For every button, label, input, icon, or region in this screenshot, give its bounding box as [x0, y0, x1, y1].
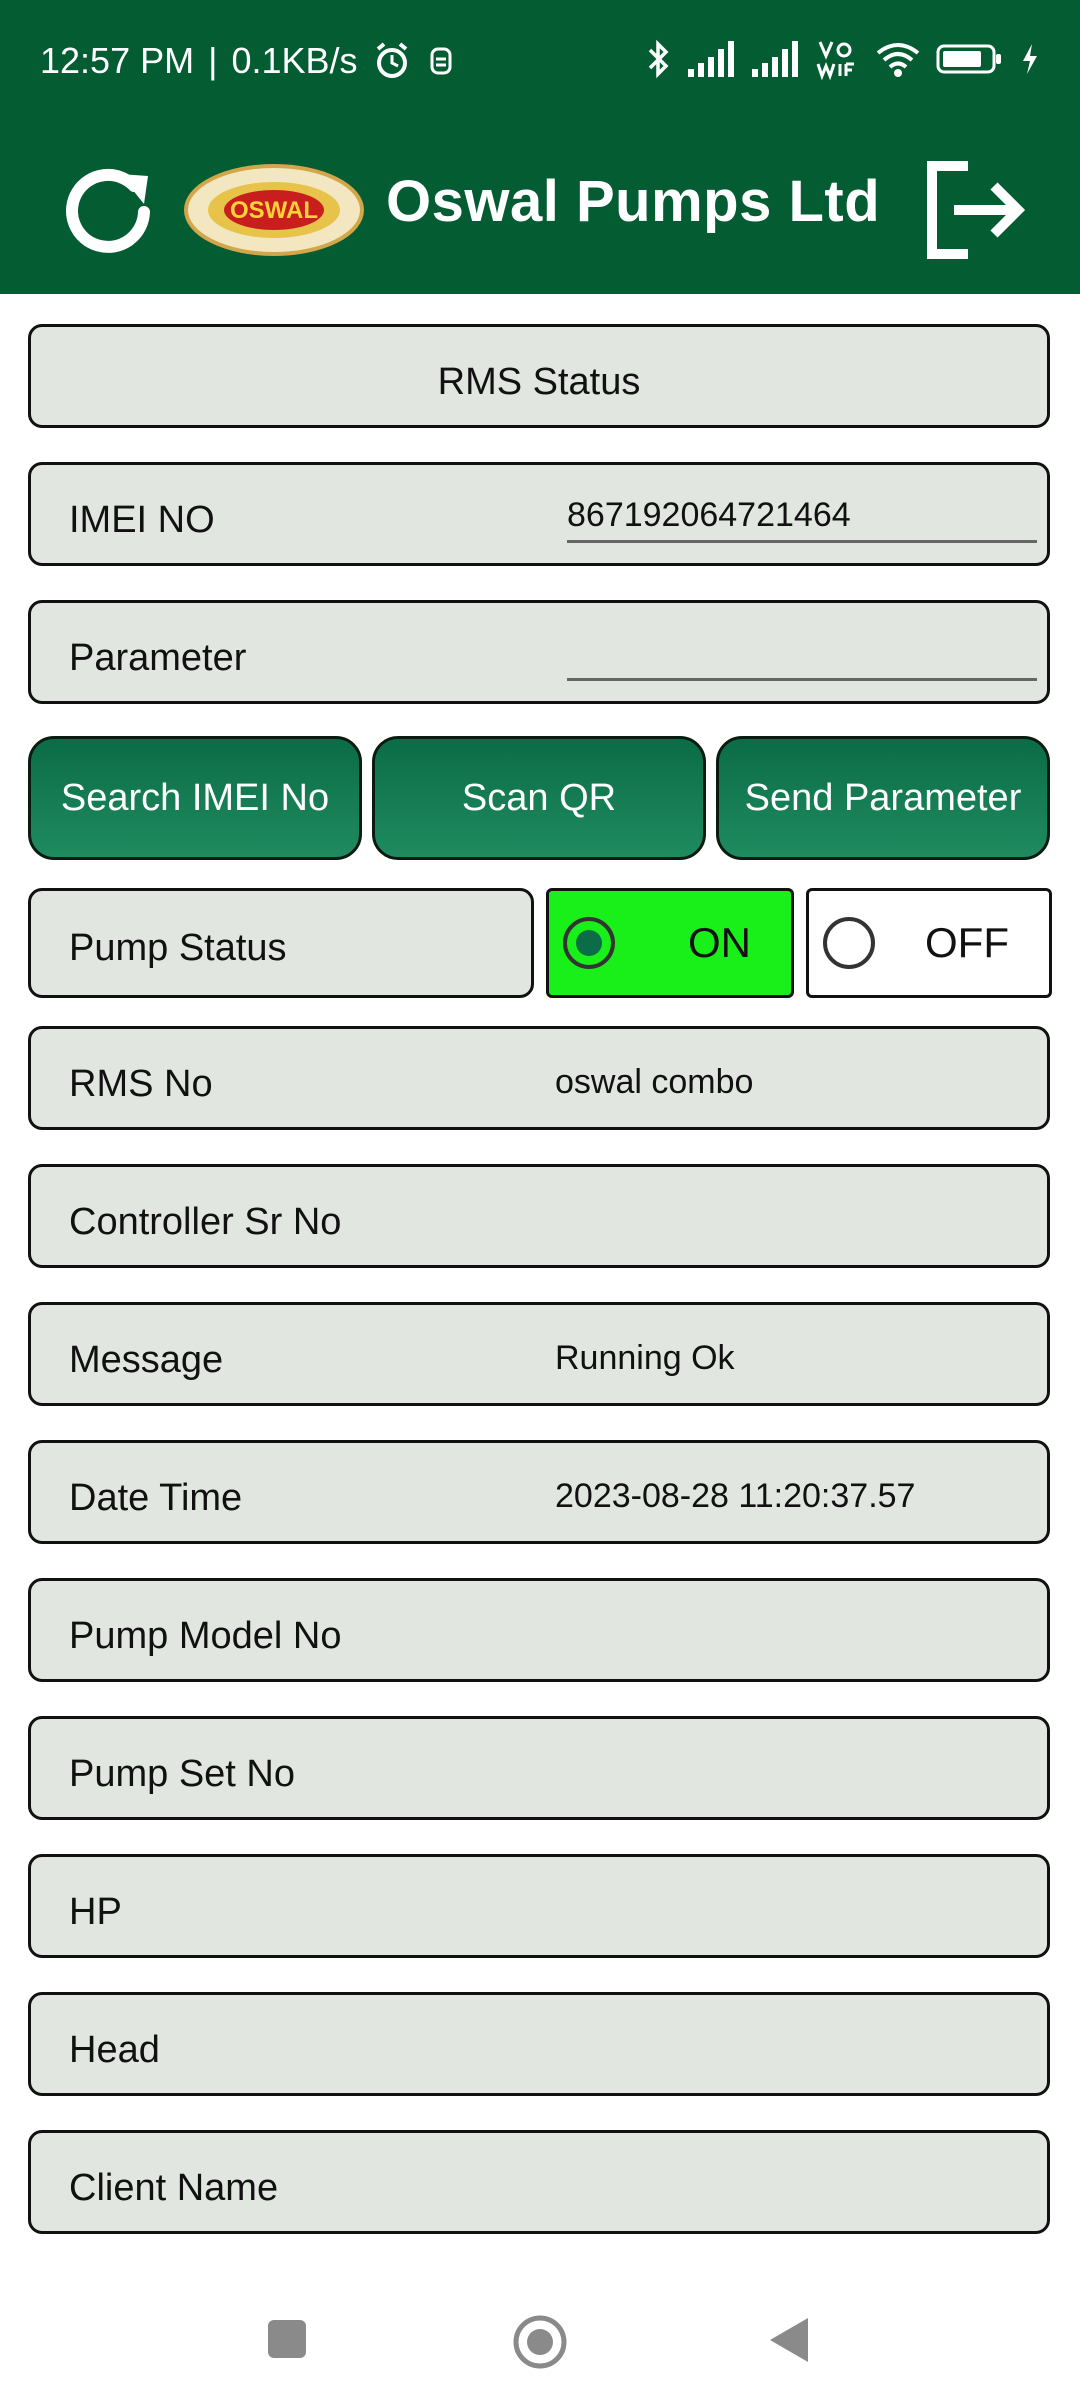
- controller-sr-no-row: Controller Sr No: [28, 1164, 1050, 1268]
- head-row: Head: [28, 1992, 1050, 2096]
- app-title: Oswal Pumps Ltd: [386, 169, 881, 234]
- app-bar: OSWAL Oswal Pumps Ltd: [0, 126, 1080, 294]
- network-speed: 0.1KB/s: [231, 40, 358, 81]
- pump-status-row: Pump Status: [28, 888, 534, 998]
- recents-icon[interactable]: [262, 2314, 312, 2364]
- send-parameter-button[interactable]: Send Parameter: [716, 736, 1050, 860]
- signal-icon-2: [752, 41, 798, 77]
- search-imei-button[interactable]: Search IMEI No: [28, 736, 362, 860]
- alarm-icon: [376, 42, 407, 78]
- status-time: 12:57 PM: [40, 40, 195, 81]
- pump-model-no-row: Pump Model No: [28, 1578, 1050, 1682]
- back-icon[interactable]: [764, 2312, 814, 2368]
- message-label: Message: [69, 1339, 224, 1381]
- pump-set-no-label: Pump Set No: [69, 1753, 295, 1795]
- bluetooth-icon: [648, 39, 669, 79]
- status-bar: 12:57 PM | 0.1KB/s: [0, 0, 1080, 126]
- imei-label: IMEI NO: [69, 499, 215, 541]
- date-time-value: 2023-08-28 11:20:37.57: [555, 1477, 916, 1515]
- parameter-label: Parameter: [69, 637, 247, 679]
- status-left: 12:57 PM | 0.1KB/s: [40, 40, 456, 82]
- parameter-input[interactable]: [567, 634, 1037, 681]
- oswal-logo: OSWAL: [184, 164, 364, 256]
- head-label: Head: [69, 2029, 160, 2071]
- message-value: Running Ok: [555, 1339, 735, 1377]
- hp-row: HP: [28, 1854, 1050, 1958]
- imei-input[interactable]: 867192064721464: [567, 496, 1037, 543]
- date-time-label: Date Time: [69, 1477, 243, 1519]
- client-name-row: Client Name: [28, 2130, 1050, 2234]
- imei-value: 867192064721464: [567, 496, 851, 534]
- pump-on-label: ON: [688, 919, 751, 966]
- pump-status-label: Pump Status: [69, 927, 287, 969]
- pump-off-radio[interactable]: OFF: [806, 888, 1052, 998]
- rms-status-title: RMS Status: [437, 361, 641, 403]
- vowifi-icon: [816, 41, 854, 80]
- rms-no-label: RMS No: [69, 1063, 213, 1105]
- rms-no-row: RMS No oswal combo: [28, 1026, 1050, 1130]
- message-row: Message Running Ok: [28, 1302, 1050, 1406]
- signal-icon: [688, 41, 734, 77]
- date-time-row: Date Time 2023-08-28 11:20:37.57: [28, 1440, 1050, 1544]
- pump-model-no-label: Pump Model No: [69, 1615, 342, 1657]
- status-right: [644, 38, 1040, 80]
- pump-off-label: OFF: [925, 919, 1009, 966]
- rms-no-value: oswal combo: [555, 1063, 754, 1101]
- pump-set-no-row: Pump Set No: [28, 1716, 1050, 1820]
- pump-on-radio[interactable]: ON: [546, 888, 794, 998]
- hp-label: HP: [69, 1891, 122, 1933]
- radio-selected-icon: [563, 917, 615, 969]
- notification-icon: [430, 47, 452, 75]
- scan-qr-button[interactable]: Scan QR: [372, 736, 706, 860]
- imei-row: IMEI NO 867192064721464: [28, 462, 1050, 566]
- controller-sr-no-label: Controller Sr No: [69, 1201, 342, 1243]
- logout-icon[interactable]: [920, 152, 1030, 268]
- parameter-row: Parameter: [28, 600, 1050, 704]
- logo-text: OSWAL: [230, 197, 318, 224]
- radio-unselected-icon: [823, 917, 875, 969]
- client-name-label: Client Name: [69, 2167, 279, 2209]
- home-icon[interactable]: [510, 2312, 570, 2372]
- charging-icon: [1023, 44, 1037, 74]
- navigation-bar: [0, 2262, 1080, 2400]
- wifi-icon: [876, 43, 920, 77]
- battery-icon: [936, 44, 1001, 74]
- refresh-icon[interactable]: [52, 156, 162, 266]
- rms-status-header: RMS Status: [28, 324, 1050, 428]
